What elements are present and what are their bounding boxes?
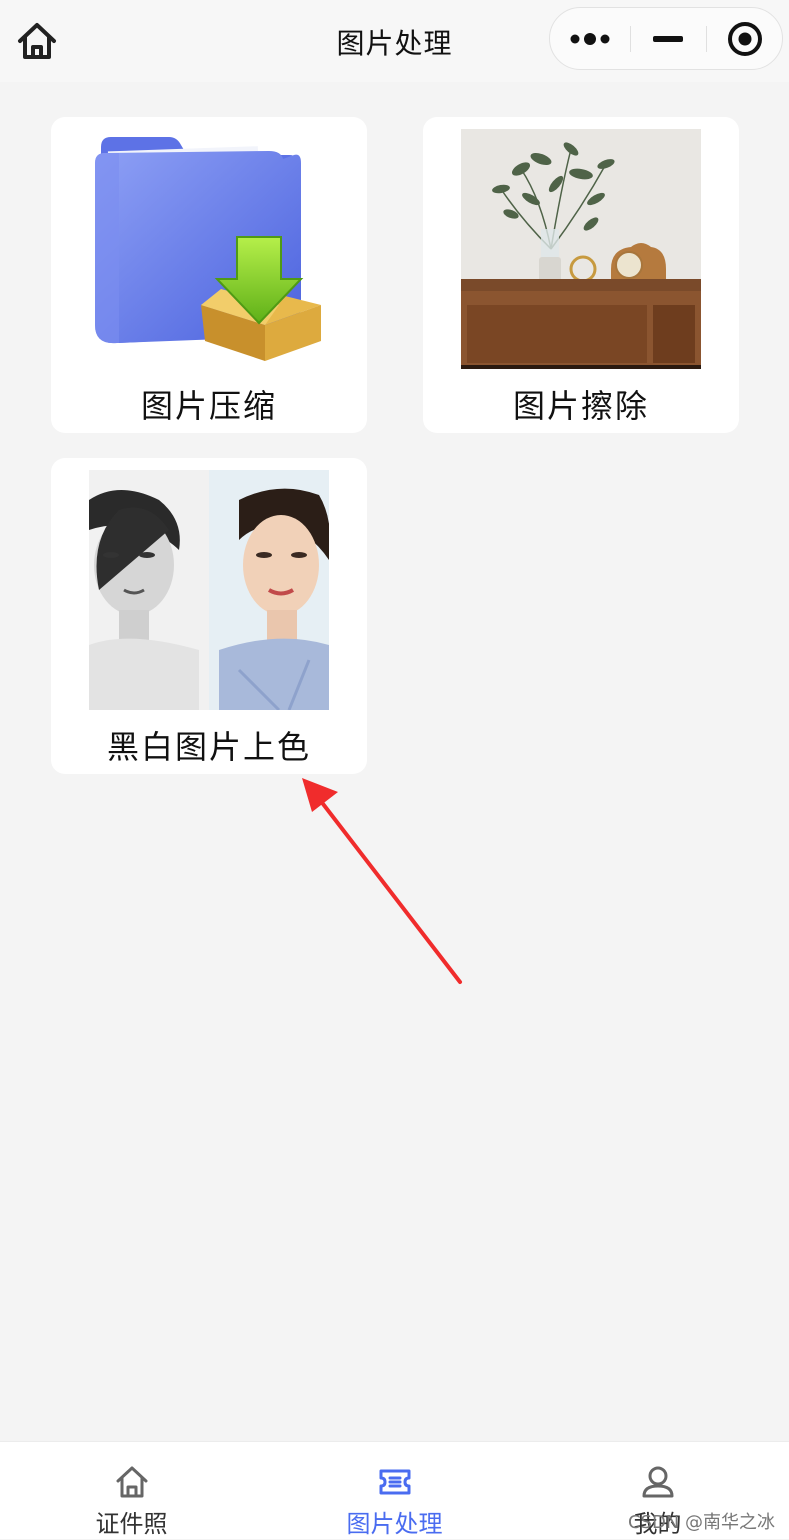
tab-label: 图片处理 [346, 1510, 443, 1538]
watermark: CSDN @南华之冰 [627, 1512, 775, 1533]
tab-label: 证件照 [95, 1510, 168, 1538]
mini-program-capsule [549, 7, 783, 70]
annotation-arrow [302, 778, 462, 984]
user-icon [642, 1466, 673, 1498]
card-image-erase[interactable]: 图片擦除 [423, 117, 739, 433]
tab-id-photo[interactable]: 证件照 [0, 1442, 263, 1540]
card-label: 图片压缩 [140, 387, 277, 425]
card-image-compress[interactable]: 图片压缩 [51, 117, 367, 433]
more-dots-icon [570, 32, 610, 45]
folder-download-illustration [89, 129, 329, 369]
card-bw-colorize[interactable]: 黑白图片上色 [51, 458, 367, 774]
record-target-icon [728, 21, 762, 56]
black-white-and-colorized-portrait-photo [89, 470, 329, 710]
minimize-icon [653, 35, 683, 42]
tab-image-processing[interactable]: 图片处理 [263, 1442, 526, 1540]
vase-and-clock-on-shelf-photo [461, 129, 701, 369]
minimize-button[interactable] [630, 8, 706, 69]
card-label: 图片擦除 [512, 387, 649, 425]
navigation-bar: 图片处理 [0, 0, 789, 82]
ticket-icon [379, 1469, 410, 1495]
close-button[interactable] [706, 8, 784, 69]
home-icon [116, 1466, 147, 1498]
more-button[interactable] [550, 8, 630, 69]
